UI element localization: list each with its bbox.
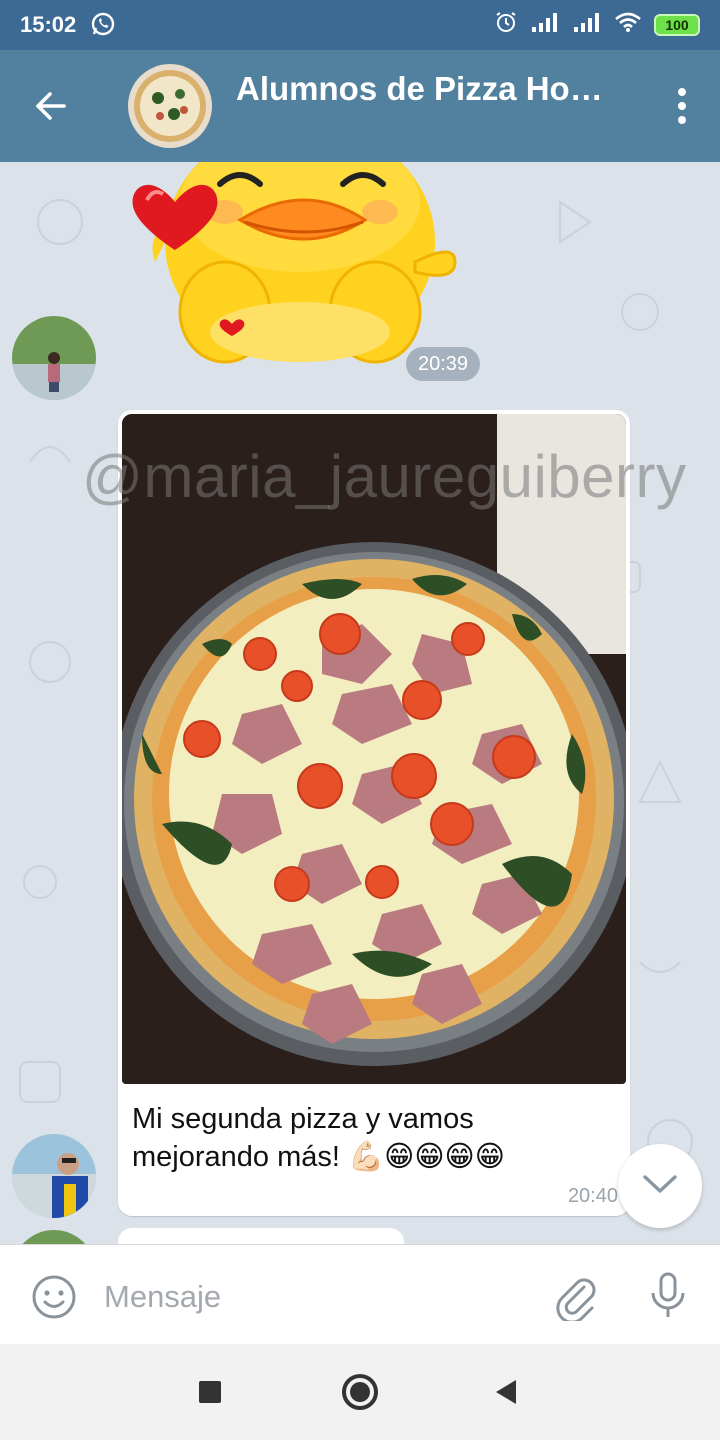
back-icon[interactable] [496, 1380, 516, 1404]
battery-level: 100 [665, 16, 689, 33]
pizza-photo[interactable] [122, 414, 626, 1084]
system-nav-bar [0, 1344, 720, 1440]
recents-icon[interactable] [199, 1381, 221, 1403]
photo-message[interactable]: Mi segunda pizza y vamos mejorando más! … [118, 410, 630, 1216]
sender-avatar[interactable] [12, 1134, 96, 1218]
group-avatar[interactable] [128, 64, 212, 148]
caption-line-1: Mi segunda pizza y vamos [132, 1103, 474, 1135]
more-vert-icon[interactable] [674, 86, 690, 131]
sticker-time: 20:39 [406, 347, 480, 381]
sender-avatar[interactable] [12, 316, 96, 400]
wifi-icon [614, 11, 642, 38]
photo-watermark: @maria_jaureguiberry [82, 443, 687, 510]
signal-icon [530, 11, 560, 38]
chat-area[interactable]: 20:39 Mi segunda pizza y vamos mejorando… [0, 162, 720, 1244]
duck-sticker[interactable] [125, 162, 465, 372]
back-arrow-icon[interactable] [30, 86, 70, 131]
whatsapp-icon [90, 11, 116, 42]
message-input[interactable] [104, 1275, 524, 1319]
signal-icon [572, 11, 602, 38]
chat-header: Alumnos de Pizza Ho… [0, 50, 720, 162]
emoji-icon[interactable] [30, 1273, 78, 1326]
home-icon[interactable] [342, 1374, 378, 1410]
next-message-bubble[interactable] [118, 1228, 404, 1244]
status-time: 15:02 [20, 12, 77, 37]
message-time: 20:40 [567, 1185, 618, 1207]
status-bar: 15:02 100 [0, 0, 720, 50]
chat-title[interactable]: Alumnos de Pizza Ho… [236, 70, 616, 108]
battery-icon: 100 [654, 13, 700, 36]
caption-line-2: mejorando más! 💪🏻😁😁😁😁 [132, 1141, 506, 1173]
message-caption: Mi segunda pizza y vamos mejorando más! … [132, 1100, 612, 1176]
message-input-bar [0, 1244, 720, 1344]
chevron-down-icon [642, 1173, 678, 1200]
alarm-icon [494, 10, 518, 39]
attach-icon[interactable] [554, 1273, 598, 1326]
mic-icon[interactable] [648, 1271, 688, 1326]
scroll-down-button[interactable] [618, 1144, 702, 1228]
